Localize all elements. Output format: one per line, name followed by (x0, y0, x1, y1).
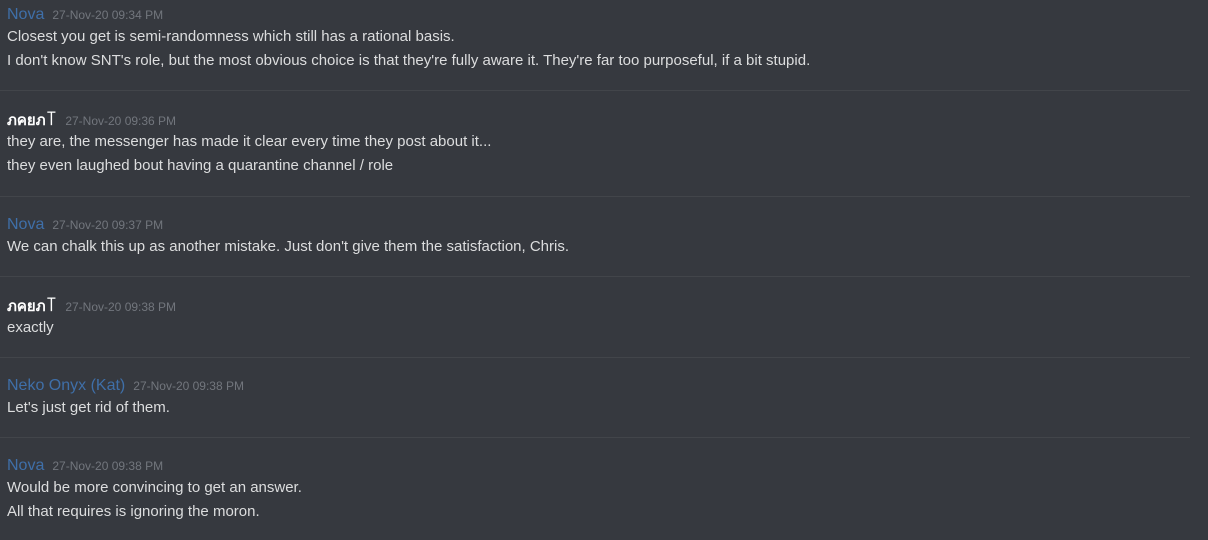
message-group: Neko Onyx (Kat) 27-Nov-20 09:38 PM Let's … (0, 376, 1190, 420)
timestamp: 27-Nov-20 09:36 PM (65, 114, 177, 128)
author-name[interactable]: Nova (7, 216, 44, 233)
author-name[interactable]: Nova (7, 457, 44, 474)
message-header: Neko Onyx (Kat) 27-Nov-20 09:38 PM (7, 376, 1190, 396)
message-text: We can chalk this up as another mistake.… (7, 238, 570, 255)
message-text: Closest you get is semi-randomness which… (7, 28, 455, 45)
message-text: All that requires is ignoring the moron. (7, 503, 260, 520)
timestamp: 27-Nov-20 09:37 PM (52, 218, 164, 232)
message-header: Nova 27-Nov-20 09:34 PM (7, 5, 1190, 25)
message-header: ภคยภ꓄ 27-Nov-20 09:36 PM (7, 110, 1190, 130)
message-text: Let's just get rid of them. (7, 399, 170, 416)
message-text: they are, the messenger has made it clea… (7, 133, 492, 150)
chat-log: Nova 27-Nov-20 09:34 PM Closest you get i… (0, 0, 1208, 540)
message-text: I don't know SNT's role, but the most ob… (7, 52, 811, 69)
author-name[interactable]: ภคยภ꓄ (7, 297, 57, 315)
message-divider (0, 437, 1190, 438)
message-text: they even laughed bout having a quaranti… (7, 157, 394, 174)
message-group: ภคยภ꓄ 27-Nov-20 09:36 PM they are, the me… (0, 110, 1190, 178)
message-divider (0, 90, 1190, 91)
message-divider (0, 357, 1190, 358)
timestamp: 27-Nov-20 09:38 PM (52, 459, 164, 473)
author-name[interactable]: Nova (7, 6, 44, 23)
message-group: Nova 27-Nov-20 09:37 PM We can chalk this… (0, 215, 1190, 259)
message-header: Nova 27-Nov-20 09:38 PM (7, 456, 1190, 476)
message-group: Nova 27-Nov-20 09:34 PM Closest you get i… (0, 5, 1190, 73)
message-divider (0, 276, 1190, 277)
message-group: Nova 27-Nov-20 09:38 PM Would be more con… (0, 456, 1190, 524)
author-name[interactable]: Neko Onyx (Kat) (7, 377, 125, 394)
message-header: Nova 27-Nov-20 09:37 PM (7, 215, 1190, 235)
message-text: exactly (7, 319, 54, 336)
message-header: ภคยภ꓄ 27-Nov-20 09:38 PM (7, 296, 1190, 316)
timestamp: 27-Nov-20 09:38 PM (133, 379, 244, 393)
message-divider (0, 196, 1190, 197)
timestamp: 27-Nov-20 09:34 PM (52, 8, 164, 22)
author-name[interactable]: ภคยภ꓄ (7, 111, 57, 129)
message-text: Would be more convincing to get an answe… (7, 479, 302, 496)
message-group: ภคยภ꓄ 27-Nov-20 09:38 PM exactly (0, 296, 1190, 340)
timestamp: 27-Nov-20 09:38 PM (65, 300, 177, 314)
